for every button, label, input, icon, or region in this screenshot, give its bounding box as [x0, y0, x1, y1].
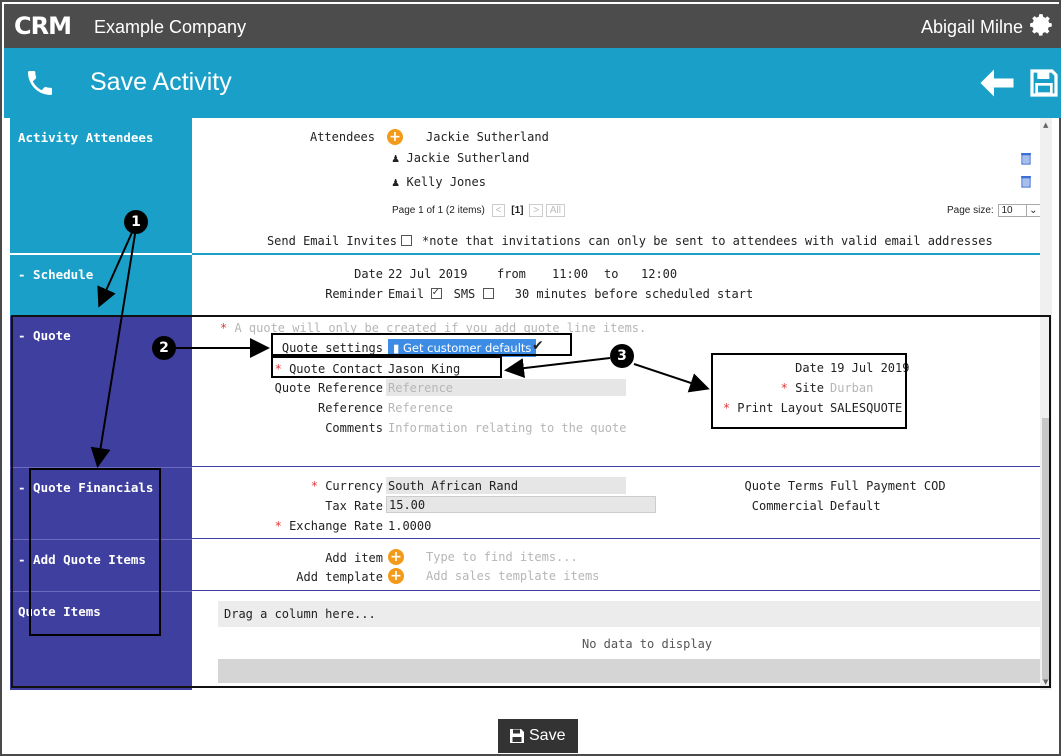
annotation-badge: 1 — [124, 210, 148, 234]
save-button-label: Save — [529, 727, 566, 744]
annotation-badge: 2 — [152, 336, 176, 360]
save-button[interactable]: Save — [498, 719, 578, 753]
annotation-arrows — [90, 227, 710, 468]
annotation-badge: 3 — [610, 344, 634, 368]
floppy-icon — [510, 729, 524, 743]
